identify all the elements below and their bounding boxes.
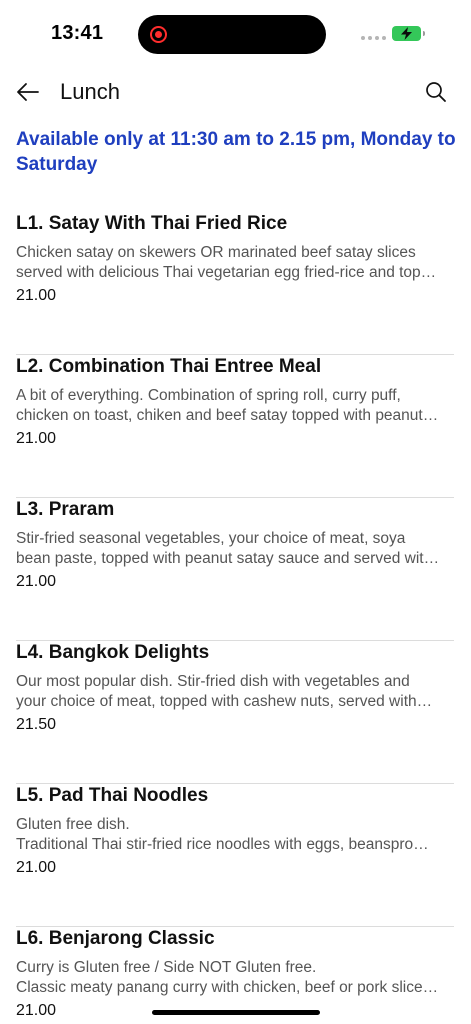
item-price: 21.00 (16, 1002, 57, 1019)
menu-item-l3[interactable]: L3. Praram Stir-fried seasonal vegetable… (16, 498, 454, 641)
status-time: 13:41 (51, 22, 104, 44)
item-description-line: your choice of meat, topped with cashew … (16, 693, 433, 710)
item-description: Curry is Gluten free / Side NOT Gluten f… (16, 958, 454, 998)
item-description-line: Stir-fried seasonal vegetables, your cho… (16, 530, 406, 547)
item-price: 21.50 (16, 716, 57, 733)
item-name: L6. Benjarong Classic (16, 928, 215, 949)
item-description-line: Our most popular dish. Stir-fried dish w… (16, 673, 410, 690)
item-description: A bit of everything. Combination of spri… (16, 386, 454, 426)
menu-item-l4[interactable]: L4. Bangkok Delights Our most popular di… (16, 641, 454, 784)
menu-item-l2[interactable]: L2. Combination Thai Entree Meal A bit o… (16, 355, 454, 498)
item-price: 21.00 (16, 430, 57, 447)
item-description: Our most popular dish. Stir-fried dish w… (16, 672, 454, 712)
item-name: L5. Pad Thai Noodles (16, 785, 209, 806)
app-header: Lunch (0, 70, 471, 114)
status-bar: 13:41 (0, 0, 471, 68)
page-title: Lunch (60, 79, 120, 104)
dynamic-island (138, 15, 326, 54)
item-description-line: Chicken satay on skewers OR marinated be… (16, 244, 416, 261)
item-description-line: Curry is Gluten free / Side NOT Gluten f… (16, 959, 317, 976)
item-description-line: Gluten free dish. (16, 816, 130, 833)
item-name: L2. Combination Thai Entree Meal (16, 356, 322, 377)
menu-item-l5[interactable]: L5. Pad Thai Noodles Gluten free dish. T… (16, 784, 454, 927)
item-description-line: Classic meaty panang curry with chicken,… (16, 979, 439, 996)
menu-item-l1[interactable]: L1. Satay With Thai Fried Rice Chicken s… (16, 212, 454, 355)
item-name: L4. Bangkok Delights (16, 642, 210, 663)
item-description-line: bean paste, topped with peanut satay sau… (16, 550, 440, 567)
arrow-left-icon (17, 83, 39, 101)
back-button[interactable] (14, 78, 42, 106)
search-button[interactable] (422, 78, 450, 106)
search-icon (426, 82, 446, 102)
item-price: 21.00 (16, 287, 57, 304)
item-name: L1. Satay With Thai Fried Rice (16, 213, 288, 234)
home-indicator[interactable] (152, 1010, 320, 1015)
item-price: 21.00 (16, 573, 57, 590)
availability-notice: Available only at 11:30 am to 2.15 pm, M… (16, 129, 456, 175)
item-name: L3. Praram (16, 499, 115, 520)
menu-list: L1. Satay With Thai Fried Rice Chicken s… (16, 212, 454, 1024)
item-description-line: Traditional Thai stir-fried rice noodles… (16, 836, 429, 853)
item-description: Gluten free dish. Traditional Thai stir-… (16, 815, 454, 855)
cellular-signal-icon (361, 36, 386, 40)
item-description-line: served with delicious Thai vegetarian eg… (16, 264, 437, 281)
item-price: 21.00 (16, 859, 57, 876)
item-description-line: A bit of everything. Combination of spri… (16, 387, 401, 404)
item-description-line: chicken on toast, chiken and beef satay … (16, 407, 439, 424)
item-description: Stir-fried seasonal vegetables, your cho… (16, 529, 454, 569)
battery-charging-icon (392, 26, 425, 41)
recording-indicator-icon (150, 26, 167, 43)
item-description: Chicken satay on skewers OR marinated be… (16, 243, 454, 283)
